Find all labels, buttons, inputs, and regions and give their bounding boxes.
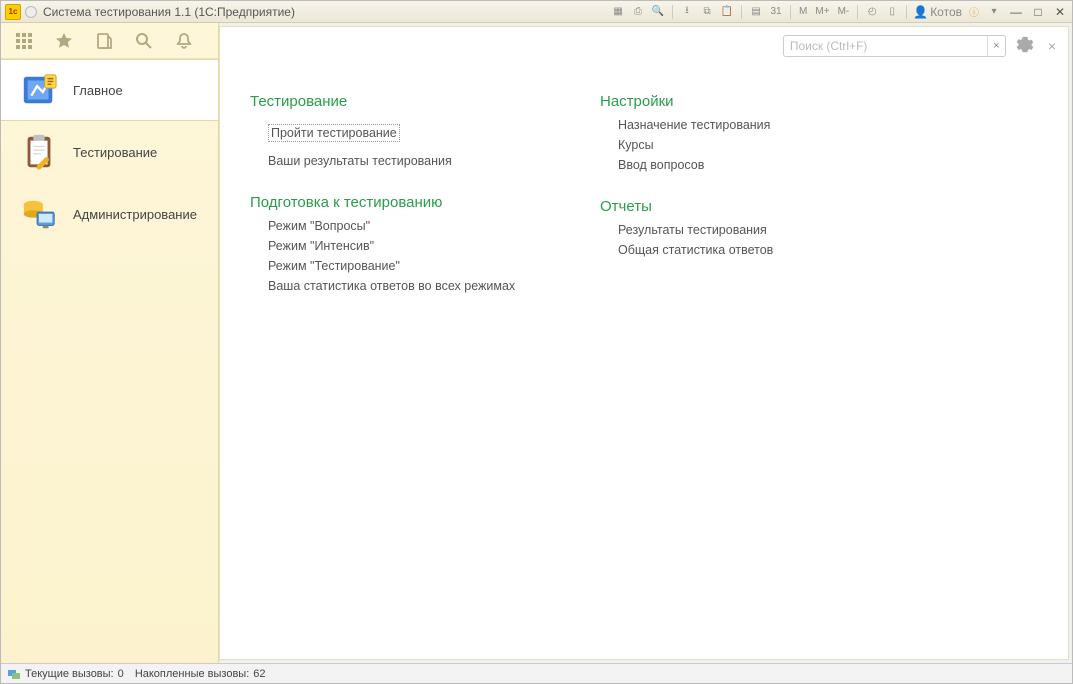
search-box: × xyxy=(783,35,1006,57)
sidebar-item-home[interactable]: Главное xyxy=(1,59,218,121)
search-input[interactable] xyxy=(784,39,987,53)
search-icon[interactable] xyxy=(135,32,153,50)
sidebar-toolbar xyxy=(1,23,218,59)
link-your-results[interactable]: Ваши результаты тестирования xyxy=(268,154,540,168)
window-title: Система тестирования 1.1 (1С:Предприятие… xyxy=(43,5,295,19)
status-current-value: 0 xyxy=(118,668,124,680)
main-panel: × × Тестирование Пройти тестирование Ваш… xyxy=(219,26,1069,660)
home-icon xyxy=(19,70,59,110)
sidebar-item-label: Администрирование xyxy=(73,207,197,222)
main-toolbar: × × xyxy=(783,31,1060,61)
link-run-test[interactable]: Пройти тестирование xyxy=(268,124,400,142)
link-assign-test[interactable]: Назначение тестирования xyxy=(618,118,890,132)
section-title: Подготовка к тестированию xyxy=(250,194,540,211)
apps-icon[interactable] xyxy=(15,32,33,50)
history-icon[interactable] xyxy=(95,32,113,50)
link-test-results[interactable]: Результаты тестирования xyxy=(618,223,890,237)
settings-button[interactable] xyxy=(1016,36,1034,57)
status-current-label: Текущие вызовы: xyxy=(25,668,114,680)
titlebar-tools: ▦ ⎙ 🔍 ⭳ ⧉ 📋 ▤ 31 M M+ M- ◴ ▯ 👤 Котов ⓘ ▾… xyxy=(610,4,1068,20)
preview-icon[interactable]: 🔍 xyxy=(650,4,666,20)
left-column: Тестирование Пройти тестирование Ваши ре… xyxy=(250,93,540,299)
link-mode-questions[interactable]: Режим "Вопросы" xyxy=(268,219,540,233)
date-icon[interactable]: 31 xyxy=(768,4,784,20)
app-logo-icon: 1c xyxy=(5,4,21,20)
titlebar: 1c Система тестирования 1.1 (1С:Предприя… xyxy=(1,1,1072,23)
user-menu[interactable]: 👤 Котов xyxy=(913,5,962,19)
minimize-button[interactable]: — xyxy=(1008,4,1024,20)
link-courses[interactable]: Курсы xyxy=(618,138,890,152)
admin-icon xyxy=(19,194,59,234)
link-enter-questions[interactable]: Ввод вопросов xyxy=(618,158,890,172)
titlebar-dropdown-icon[interactable] xyxy=(25,6,37,18)
m-plus-button[interactable]: M+ xyxy=(813,6,831,17)
calendar-icon[interactable]: ▤ xyxy=(748,4,764,20)
panel-close-button[interactable]: × xyxy=(1044,38,1060,54)
link-overall-stats[interactable]: Общая статистика ответов xyxy=(618,243,890,257)
dropdown-icon[interactable]: ▾ xyxy=(986,4,1002,20)
section-title: Отчеты xyxy=(600,198,890,215)
m-minus-button[interactable]: M- xyxy=(836,6,852,17)
print-icon[interactable]: ⎙ xyxy=(630,4,646,20)
section-title: Настройки xyxy=(600,93,890,110)
info-icon[interactable]: ⓘ xyxy=(966,4,982,20)
sidebar-item-testing[interactable]: Тестирование xyxy=(1,121,218,183)
sidebar: Главное Тестирование Администрирование xyxy=(1,23,219,663)
section-title: Тестирование xyxy=(250,93,540,110)
sidebar-item-admin[interactable]: Администрирование xyxy=(1,183,218,245)
copy-icon[interactable]: ⧉ xyxy=(699,4,715,20)
bell-icon[interactable] xyxy=(175,32,193,50)
clipboard-icon xyxy=(19,132,59,172)
content-area: Тестирование Пройти тестирование Ваши ре… xyxy=(220,27,1068,309)
search-clear-button[interactable]: × xyxy=(987,36,1005,56)
paste-icon[interactable]: 📋 xyxy=(719,4,735,20)
close-button[interactable]: ✕ xyxy=(1052,4,1068,20)
grid-icon[interactable]: ▦ xyxy=(610,4,626,20)
right-column: Настройки Назначение тестирования Курсы … xyxy=(600,93,890,299)
statusbar: Текущие вызовы: 0 Накопленные вызовы: 62 xyxy=(1,663,1072,683)
m-button[interactable]: M xyxy=(797,6,809,17)
maximize-button[interactable]: □ xyxy=(1030,4,1046,20)
book-icon[interactable]: ▯ xyxy=(884,4,900,20)
link-your-stats[interactable]: Ваша статистика ответов во всех режимах xyxy=(268,279,540,293)
save-icon[interactable]: ⭳ xyxy=(679,4,695,20)
link-mode-testing[interactable]: Режим "Тестирование" xyxy=(268,259,540,273)
status-icon xyxy=(7,667,21,681)
clock-icon[interactable]: ◴ xyxy=(864,4,880,20)
sidebar-item-label: Тестирование xyxy=(73,145,157,160)
status-accum-value: 62 xyxy=(253,668,265,680)
link-mode-intensive[interactable]: Режим "Интенсив" xyxy=(268,239,540,253)
user-icon: 👤 xyxy=(913,5,928,19)
star-icon[interactable] xyxy=(55,32,73,50)
user-name: Котов xyxy=(930,5,962,19)
sidebar-item-label: Главное xyxy=(73,83,123,98)
status-accum-label: Накопленные вызовы: xyxy=(135,668,249,680)
